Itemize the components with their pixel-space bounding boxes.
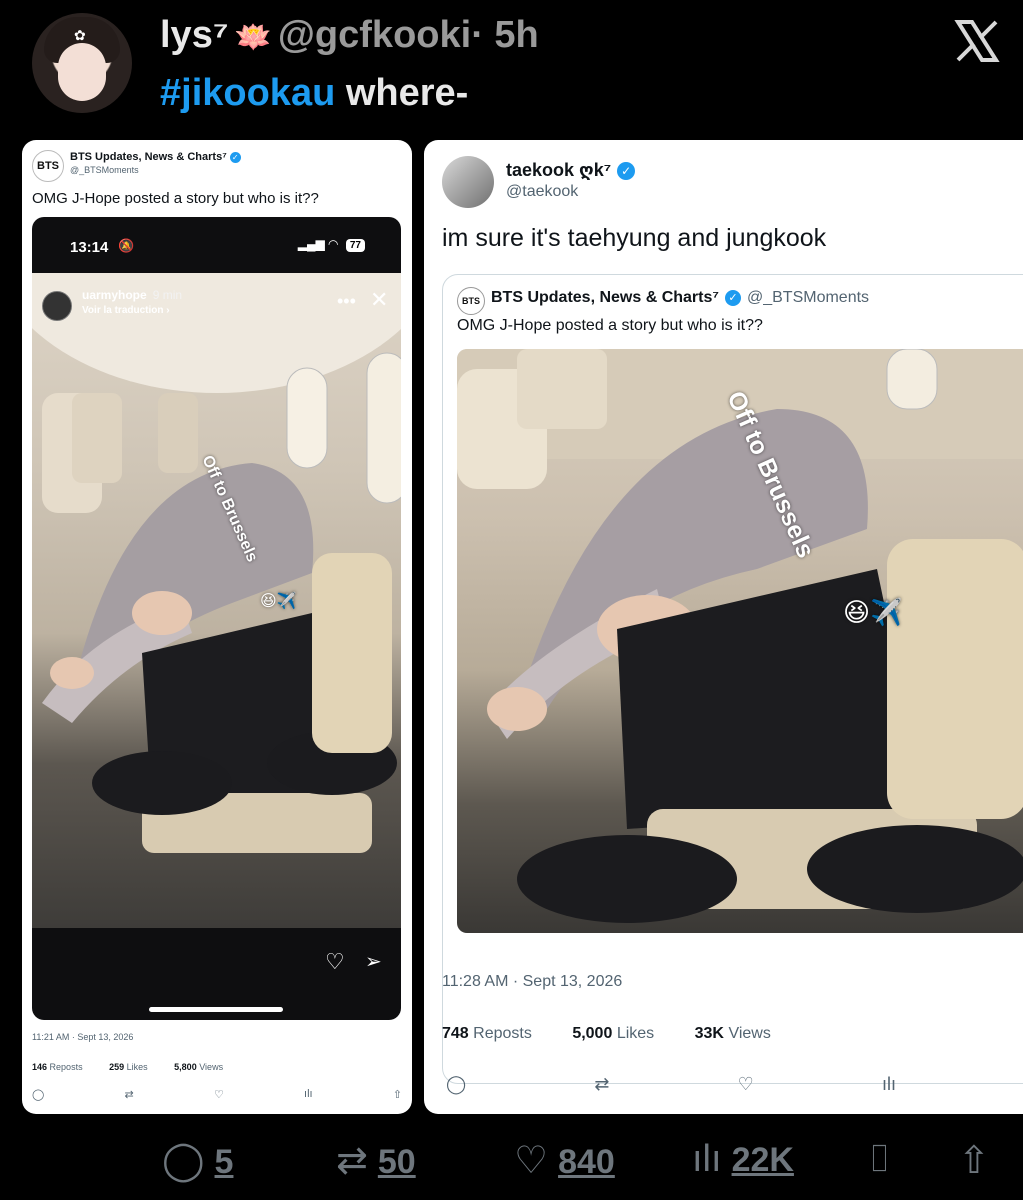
- views-button[interactable]: ılı 22K: [692, 1138, 794, 1181]
- reply-icon: ◯: [32, 1089, 45, 1101]
- repost-button[interactable]: ⇄ 50: [336, 1138, 416, 1183]
- phone-status: ▂▄▆ ◠ 77: [298, 237, 365, 252]
- hashtag-link[interactable]: #jikookau: [160, 72, 335, 114]
- left-author-name-text: BTS Updates, News & Charts⁷: [70, 151, 227, 163]
- battery-level: 77: [345, 239, 365, 252]
- bookmark-icon: ⌷: [868, 1138, 891, 1180]
- right-reposts-label: Reposts: [473, 1025, 532, 1042]
- x-logo-icon[interactable]: [952, 16, 1002, 66]
- left-views-label: Views: [199, 1062, 224, 1072]
- left-author-handle: @_BTSMoments: [70, 165, 139, 175]
- bookmark-button[interactable]: ⌷: [868, 1138, 891, 1181]
- left-author-name: BTS Updates, News & Charts⁷ ✓: [70, 151, 241, 163]
- repost-icon: ⇄: [594, 1074, 610, 1094]
- right-tweet-text: im sure it's taehyung and jungkook: [442, 224, 827, 252]
- right-views-label: Views: [728, 1025, 771, 1042]
- bts-avatar: BTS: [457, 287, 485, 315]
- author-avatar[interactable]: ✿: [32, 13, 132, 113]
- left-tweet-text: OMG J-Hope posted a story but who is it?…: [32, 190, 319, 207]
- like-count: 840: [558, 1143, 615, 1181]
- reply-count: 5: [214, 1143, 234, 1181]
- quoted-photo: Off to Brussels 😆✈️: [457, 349, 1023, 933]
- repost-icon: ⇄: [336, 1140, 368, 1182]
- author-handle[interactable]: @gcfkooki: [278, 14, 471, 56]
- views-icon: ılı: [692, 1138, 722, 1180]
- taekook-avatar: [442, 156, 494, 208]
- left-likes-label: Likes: [126, 1062, 148, 1072]
- left-likes-count: 259: [109, 1062, 125, 1072]
- more-icon[interactable]: •••: [337, 291, 356, 312]
- avatar-face: [58, 43, 106, 101]
- post-text: #jikookau where-: [160, 72, 468, 115]
- right-screenshot-card: taekook ღk⁷ ✓ @taekook im sure it's taehy…: [424, 140, 1023, 1114]
- verified-icon: ✓: [229, 151, 241, 163]
- home-indicator: [149, 1007, 283, 1012]
- reply-button[interactable]: ◯ 5: [162, 1138, 233, 1183]
- quoted-text: OMG J-Hope posted a story but who is it?…: [457, 317, 763, 334]
- right-author-name: taekook ღk⁷ ✓: [506, 160, 636, 181]
- share-button[interactable]: ⇧: [958, 1138, 990, 1183]
- right-timestamp: 11:28 AM · Sept 13, 2026: [442, 973, 623, 990]
- right-likes-label: Likes: [616, 1025, 655, 1042]
- left-reposts-count: 146: [32, 1062, 48, 1072]
- repost-count: 50: [377, 1143, 416, 1181]
- story-username[interactable]: uarmyhope 9 min: [82, 288, 182, 302]
- post-action-bar: ◯ 5 ⇄ 50 ♡ 840 ılı 22K ⌷ ⇧: [0, 1130, 1023, 1190]
- bts-avatar: BTS: [32, 150, 64, 182]
- share-icon: ⇧: [958, 1140, 990, 1182]
- lotus-icon: 🪷: [234, 21, 272, 54]
- phone-time: 13:14: [70, 239, 109, 256]
- send-icon[interactable]: ➢: [365, 949, 382, 974]
- quoted-author-name: BTS Updates, News & Charts⁷: [491, 289, 719, 306]
- left-action-bar: ◯ ⇄ ♡ ılı ⇧: [32, 1088, 402, 1101]
- right-author-name-text: taekook ღk⁷: [506, 160, 612, 180]
- heart-icon: ♡: [213, 1089, 224, 1101]
- views-icon: ılı: [304, 1088, 313, 1100]
- close-icon[interactable]: ✕: [370, 287, 388, 313]
- quoted-author-handle: @_BTSMoments: [746, 289, 870, 306]
- left-screenshot-card: BTS BTS Updates, News & Charts⁷ ✓ @_BTSMo…: [22, 140, 412, 1114]
- post-time: · 5h: [471, 14, 539, 56]
- reply-icon: ◯: [162, 1140, 205, 1182]
- flower-icon: ✿: [74, 27, 86, 43]
- right-author-handle: @taekook: [506, 183, 579, 200]
- repost-icon: ⇄: [124, 1089, 134, 1101]
- story-photo-art: [32, 273, 401, 853]
- left-stats: 146 Reposts 259 Likes 5,800 Views: [32, 1062, 247, 1072]
- quoted-author: BTS Updates, News & Charts⁷ ✓ @_BTSMoments: [491, 289, 869, 307]
- like-button[interactable]: ♡ 840: [514, 1138, 615, 1183]
- right-views-count: 33K: [694, 1025, 724, 1042]
- left-reposts-label: Reposts: [49, 1062, 83, 1072]
- right-action-bar: ◯ ⇄ ♡ ılı: [446, 1074, 896, 1095]
- right-stats: 748 Reposts 5,000 Likes 33K Views: [442, 1025, 807, 1043]
- left-timestamp: 11:21 AM · Sept 13, 2026: [32, 1032, 134, 1042]
- heart-icon: ♡: [514, 1140, 549, 1182]
- left-views-count: 5,800: [174, 1062, 197, 1072]
- verified-icon: ✓: [617, 162, 636, 181]
- post-body-text: where-: [345, 72, 469, 114]
- right-reposts-count: 748: [442, 1025, 469, 1042]
- reply-icon: ◯: [446, 1074, 467, 1094]
- translate-link[interactable]: Voir la traduction ›: [82, 305, 170, 316]
- author-line: lys⁷ 🪷 @gcfkooki· 5h: [160, 14, 539, 57]
- story-photo: uarmyhope 9 min Voir la traduction › ••• …: [32, 273, 401, 928]
- quoted-emoji: 😆✈️: [843, 597, 903, 627]
- bell-mute-icon: 🔕: [118, 238, 135, 253]
- story-username-text: uarmyhope: [82, 288, 147, 302]
- quoted-tweet: BTS BTS Updates, News & Charts⁷ ✓ @_BTSMom…: [442, 274, 1023, 1084]
- author-display-name[interactable]: lys⁷: [160, 14, 229, 56]
- story-emoji: 😆✈️: [260, 593, 297, 610]
- story-time-ago: 9 min: [152, 288, 183, 302]
- share-icon: ⇧: [392, 1089, 402, 1101]
- heart-icon[interactable]: ♡: [325, 949, 345, 975]
- story-screenshot: 13:14 🔕 ▂▄▆ ◠ 77 uarmyhope 9 min Voir la…: [32, 217, 401, 1020]
- views-icon: ılı: [881, 1074, 896, 1094]
- views-count: 22K: [731, 1141, 794, 1179]
- right-likes-count: 5,000: [572, 1025, 613, 1042]
- story-user-avatar[interactable]: [42, 291, 72, 321]
- verified-icon: ✓: [724, 289, 741, 306]
- heart-icon: ♡: [737, 1074, 754, 1094]
